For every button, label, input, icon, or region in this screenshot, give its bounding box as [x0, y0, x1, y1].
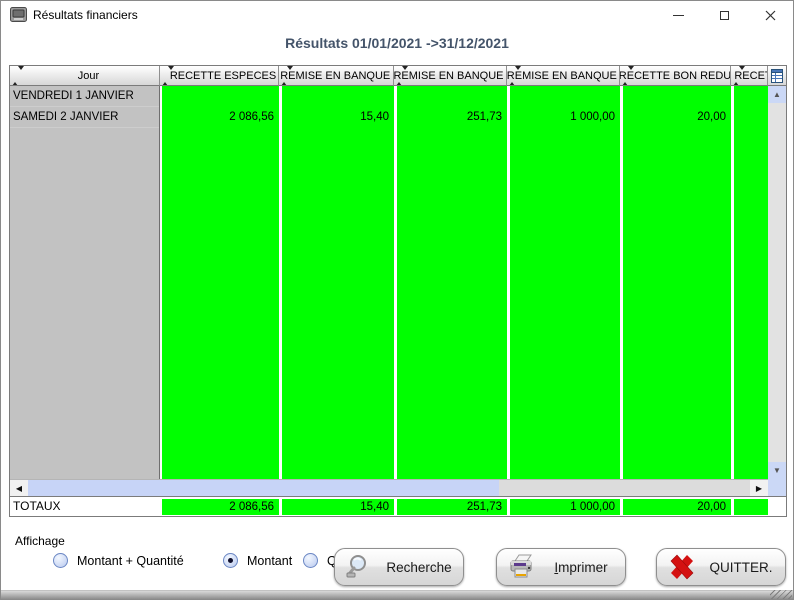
- sort-icon: [733, 70, 745, 82]
- scroll-right-button[interactable]: ▶: [750, 480, 768, 496]
- radio-montant[interactable]: [223, 553, 238, 568]
- column-header-remise-banque-t[interactable]: REMISE EN BANQUE T: [279, 66, 394, 86]
- jour-column: VENDREDI 1 JANVIER SAMEDI 2 JANVIER: [10, 86, 160, 479]
- sort-icon: [162, 70, 174, 82]
- totals-row: TOTAUX 2 086,56 15,40 251,73 1 000,00 20…: [10, 496, 786, 516]
- column-header-recet[interactable]: RECET: [731, 66, 768, 86]
- total-remise-banque-b: 1 000,00: [510, 499, 620, 515]
- maximize-icon: [720, 11, 729, 20]
- printer-icon: [507, 553, 537, 581]
- cell-value: [734, 107, 768, 128]
- cell-column-recette-bon-reduc[interactable]: 20,00: [623, 86, 731, 479]
- scroll-down-icon: ▼: [773, 466, 781, 475]
- results-table: Jour RECETTE ESPECES REMISE EN BANQUE T …: [9, 65, 787, 517]
- minimize-icon: [673, 15, 684, 16]
- close-button[interactable]: [747, 1, 793, 29]
- cell-value: 1 000,00: [510, 107, 620, 128]
- sort-icon: [281, 70, 293, 82]
- vertical-scrollbar[interactable]: ▲ ▼: [768, 86, 786, 479]
- cell-value: 251,73: [397, 107, 507, 128]
- page-title: Résultats 01/01/2021 ->31/12/2021: [1, 35, 793, 51]
- scroll-up-button[interactable]: ▲: [768, 86, 786, 103]
- results-window: Résultats financiers Résultats 01/01/202…: [0, 0, 794, 600]
- search-button[interactable]: Recherche: [334, 548, 464, 586]
- column-header-jour[interactable]: Jour: [10, 66, 160, 86]
- search-icon: [345, 553, 375, 581]
- scroll-left-button[interactable]: ◀: [10, 480, 28, 496]
- window-title: Résultats financiers: [33, 8, 138, 22]
- totals-label: TOTAUX: [13, 499, 61, 513]
- radio-montant-quantite[interactable]: [53, 553, 68, 568]
- cell-column-remise-banque-b[interactable]: 1 000,00: [510, 86, 620, 479]
- horizontal-scrollbar[interactable]: ◀ ▶: [10, 479, 768, 496]
- horizontal-scrollbar-thumb[interactable]: [28, 480, 499, 496]
- total-recette-bon-reduc: 20,00: [623, 499, 731, 515]
- table-export-button[interactable]: [768, 66, 786, 86]
- radio-montant-quantite-label[interactable]: Montant + Quantité: [77, 554, 184, 568]
- search-button-label: Recherche: [375, 560, 463, 575]
- cell-column-recet[interactable]: [734, 86, 768, 479]
- table-header-row: Jour RECETTE ESPECES REMISE EN BANQUE T …: [10, 66, 786, 86]
- cell-column-remise-banque-c[interactable]: 251,73: [397, 86, 507, 479]
- cell-column-remise-banque-t[interactable]: 15,40: [282, 86, 394, 479]
- total-recette-especes: 2 086,56: [162, 499, 279, 515]
- scrollbar-corner: [768, 479, 786, 496]
- column-header-remise-banque-b[interactable]: REMISE EN BANQUE B: [507, 66, 620, 86]
- cell-column-recette-especes[interactable]: 2 086,56: [162, 86, 279, 479]
- titlebar: Résultats financiers: [1, 1, 793, 29]
- radio-montant-label[interactable]: Montant: [247, 554, 292, 568]
- sort-icon: [622, 70, 634, 82]
- print-button-label: Imprimer: [537, 560, 625, 575]
- cell-value: 2 086,56: [162, 107, 279, 128]
- affichage-label: Affichage: [15, 534, 65, 548]
- scroll-down-button[interactable]: ▼: [768, 462, 786, 479]
- sort-icon: [396, 70, 408, 82]
- minimize-button[interactable]: [655, 1, 701, 29]
- total-remise-banque-c: 251,73: [397, 499, 507, 515]
- table-row[interactable]: SAMEDI 2 JANVIER: [10, 107, 159, 128]
- close-icon: [765, 10, 776, 21]
- cell-value: 20,00: [623, 107, 731, 128]
- app-icon: [10, 7, 27, 22]
- sort-icon: [509, 70, 521, 82]
- total-remise-banque-t: 15,40: [282, 499, 394, 515]
- total-recet: [734, 499, 768, 515]
- scroll-up-icon: ▲: [773, 90, 781, 99]
- resize-grip[interactable]: [770, 590, 792, 599]
- table-body: VENDREDI 1 JANVIER SAMEDI 2 JANVIER 2 08…: [10, 86, 786, 479]
- sort-icon: [12, 70, 24, 82]
- maximize-button[interactable]: [701, 1, 747, 29]
- cell-value: 15,40: [282, 107, 394, 128]
- print-button[interactable]: Imprimer: [496, 548, 626, 586]
- table-sheet-icon: [771, 69, 783, 83]
- radio-quantite[interactable]: [303, 553, 318, 568]
- quit-button-label: QUITTER.: [697, 560, 785, 575]
- quit-x-icon: [667, 552, 697, 582]
- column-header-recette-especes[interactable]: RECETTE ESPECES: [160, 66, 279, 86]
- table-row[interactable]: VENDREDI 1 JANVIER: [10, 86, 159, 107]
- scroll-right-icon: ▶: [756, 484, 762, 493]
- window-bottom-border: [1, 590, 793, 599]
- quit-button[interactable]: QUITTER.: [656, 548, 786, 586]
- scroll-left-icon: ◀: [16, 484, 22, 493]
- column-header-recette-bon-reduc[interactable]: RECETTE BON REDUC: [620, 66, 731, 86]
- column-header-remise-banque-c[interactable]: REMISE EN BANQUE C: [394, 66, 507, 86]
